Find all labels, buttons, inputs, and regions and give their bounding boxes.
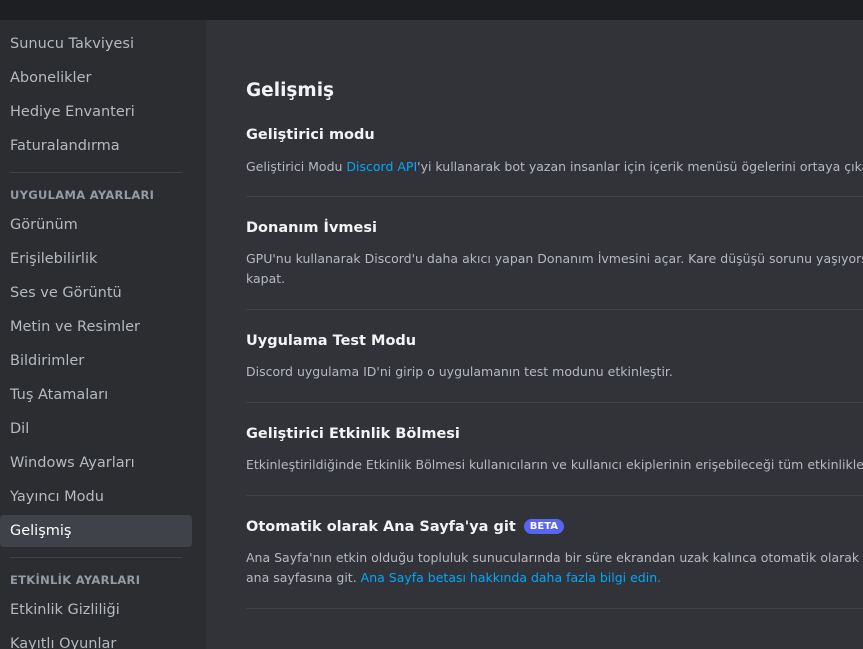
sidebar-item-windows-settings[interactable]: Windows Ayarları [0, 447, 192, 479]
sidebar-separator [10, 172, 182, 173]
sidebar-item-appearance[interactable]: Görünüm [0, 209, 192, 241]
window-top-bar [0, 0, 863, 20]
settings-content: Gelişmiş Geliştirici modu Geliştirici Mo… [206, 20, 863, 649]
sidebar-item-notifications[interactable]: Bildirimler [0, 345, 192, 377]
auto-home-title: Otomatik olarak Ana Sayfa'ya git BETA [246, 519, 565, 535]
app-test-mode-title: Uygulama Test Modu [246, 333, 417, 349]
developer-mode-title: Geliştirici modu [246, 127, 375, 143]
section-divider [246, 495, 863, 496]
section-divider [246, 402, 863, 403]
sidebar-item-streamer-mode[interactable]: Yayıncı Modu [0, 481, 192, 513]
page-title: Gelişmiş [246, 80, 335, 101]
sidebar-header-activity-settings: ETKİNLİK AYARLARI [10, 573, 141, 587]
sidebar-item-advanced[interactable]: Gelişmiş [0, 515, 192, 547]
beta-badge: BETA [523, 519, 565, 534]
developer-activity-shelf-description: Etkinleştirildiğinde Etkinlik Bölmesi ku… [246, 457, 863, 472]
sidebar-separator [10, 557, 182, 558]
sidebar-item-gift-inventory[interactable]: Hediye Envanteri [0, 96, 192, 128]
sidebar-item-text-images[interactable]: Metin ve Resimler [0, 311, 192, 343]
section-divider [246, 196, 863, 197]
sidebar-header-app-settings: UYGULAMA AYARLARI [10, 188, 155, 202]
sidebar-item-keybinds[interactable]: Tuş Atamaları [0, 379, 192, 411]
app-test-mode-description: Discord uygulama ID'ni girip o uygulaman… [246, 364, 673, 379]
hardware-acceleration-description: GPU'nu kullanarak Discord'u daha akıcı y… [246, 251, 863, 286]
section-divider [246, 309, 863, 310]
sidebar-item-activity-privacy[interactable]: Etkinlik Gizliliği [0, 594, 192, 626]
discord-api-link[interactable]: Discord API [346, 159, 417, 174]
sidebar-item-server-boost[interactable]: Sunucu Takviyesi [0, 28, 192, 60]
home-beta-learn-more-link[interactable]: Ana Sayfa betası hakkında daha fazla bil… [361, 570, 661, 585]
sidebar-item-registered-games[interactable]: Kayıtlı Oyunlar [0, 628, 192, 649]
sidebar-item-accessibility[interactable]: Erişilebilirlik [0, 243, 192, 275]
developer-mode-description: Geliştirici Modu Discord API'yi kullanar… [246, 159, 863, 174]
section-divider [246, 608, 863, 609]
sidebar-item-billing[interactable]: Faturalandırma [0, 130, 192, 162]
sidebar-item-voice-video[interactable]: Ses ve Görüntü [0, 277, 192, 309]
developer-activity-shelf-title: Geliştirici Etkinlik Bölmesi [246, 426, 460, 442]
settings-sidebar: Sunucu Takviyesi Abonelikler Hediye Enva… [0, 20, 206, 649]
sidebar-item-language[interactable]: Dil [0, 413, 192, 445]
sidebar-item-subscriptions[interactable]: Abonelikler [0, 62, 192, 94]
auto-home-description: Ana Sayfa'nın etkin olduğu topluluk sunu… [246, 550, 863, 585]
hardware-acceleration-title: Donanım İvmesi [246, 220, 377, 236]
